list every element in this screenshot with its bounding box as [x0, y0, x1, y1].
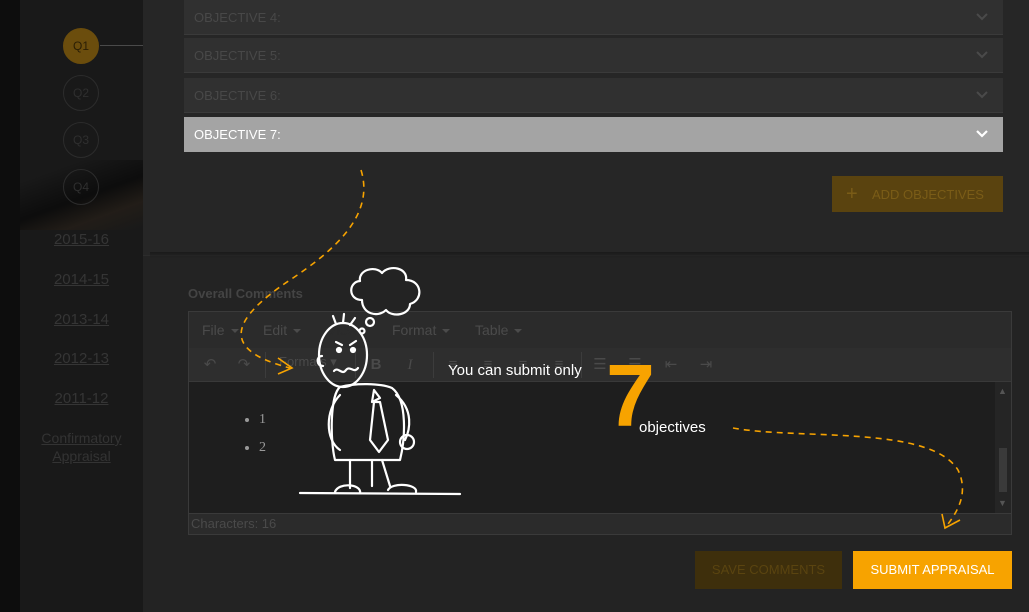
tooltip-line1: You can submit only [448, 362, 582, 379]
dashed-arrow-icon [732, 427, 964, 529]
thinking-man-illustration [298, 267, 462, 496]
tooltip-line2: objectives [639, 419, 706, 436]
tooltip-overlay [240, 169, 964, 530]
dashed-arrow-icon [240, 169, 365, 369]
